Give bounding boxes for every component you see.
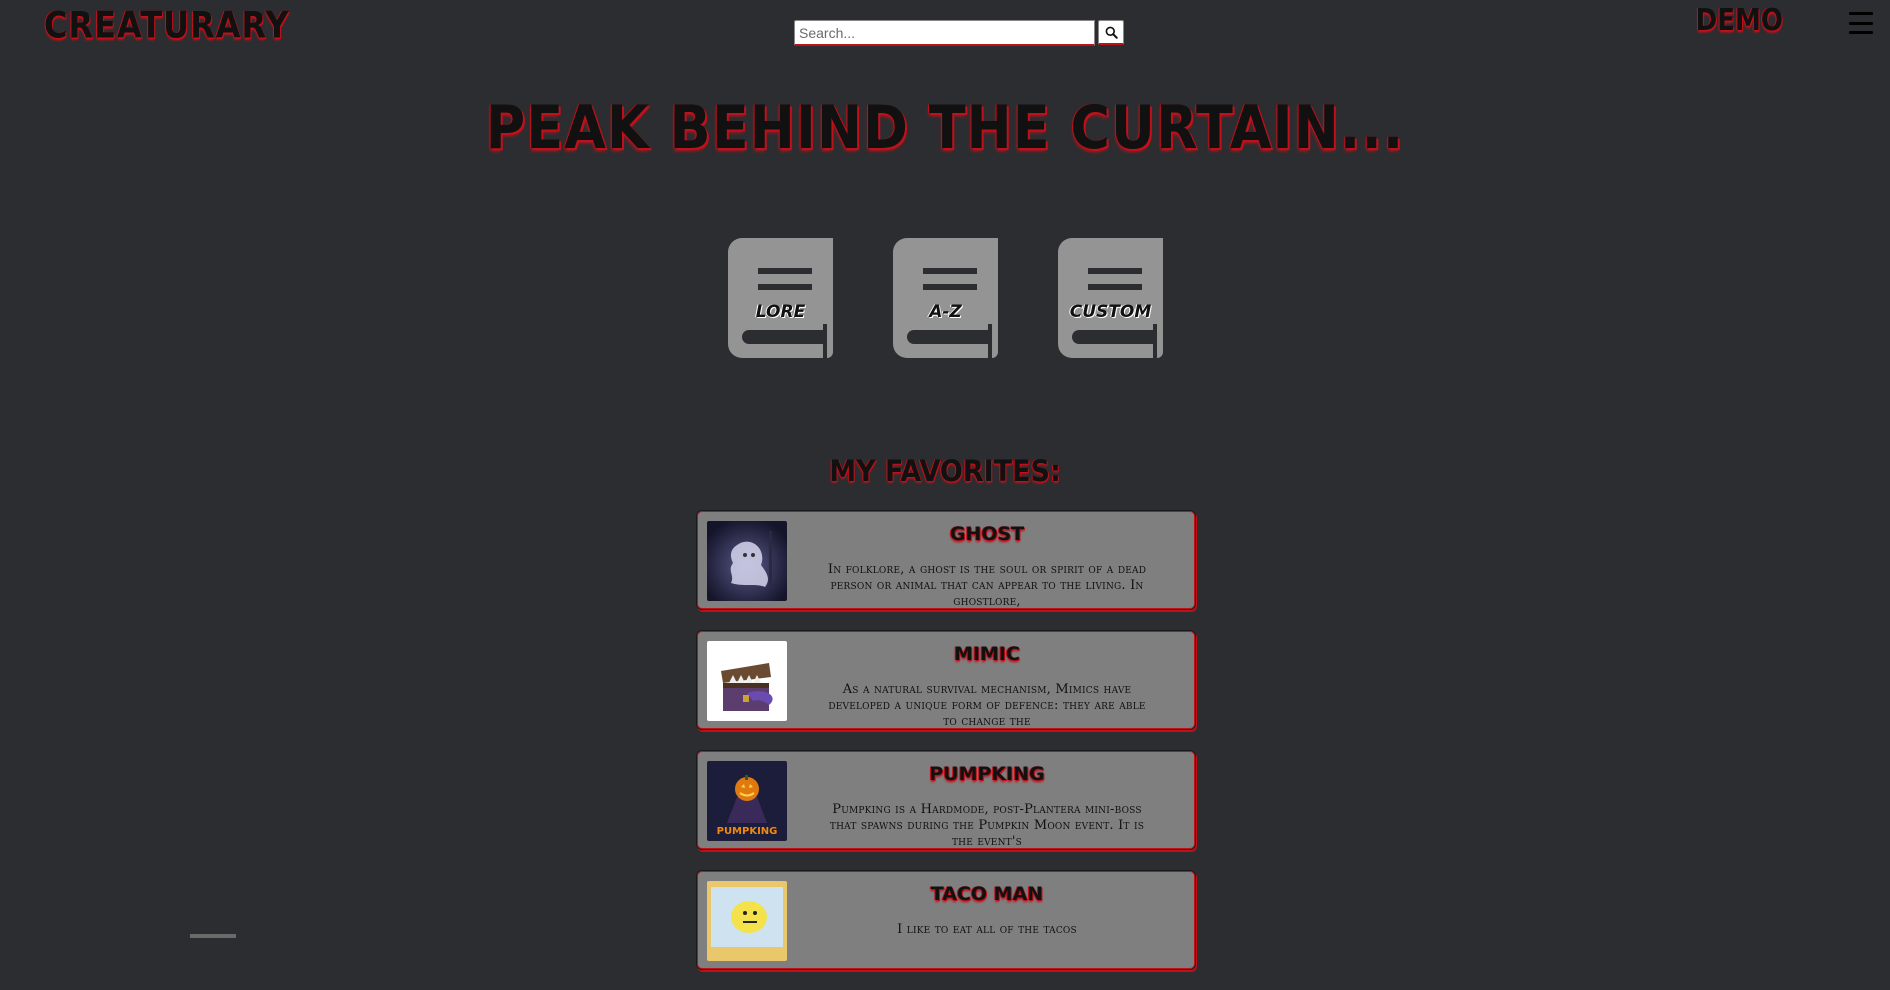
category-custom-button[interactable]: Custom — [1058, 238, 1165, 358]
category-a-z-button[interactable]: A-Z — [893, 238, 1000, 358]
favorite-card-ghost[interactable]: Ghost In folklore, a ghost is the soul o… — [696, 510, 1196, 610]
pumpking-thumb-text: PUMPKING — [717, 826, 778, 837]
pumpking-image: PUMPKING — [707, 761, 787, 841]
category-label: A-Z — [929, 302, 962, 322]
favorite-description: I like to eat all of the tacos — [897, 922, 1077, 937]
hamburger-menu-icon[interactable] — [1849, 12, 1873, 34]
user-name[interactable]: DEMO — [1696, 4, 1783, 39]
app-logo[interactable]: CREATURARY — [44, 3, 290, 47]
favorite-name: Taco Man — [930, 883, 1044, 905]
favorite-card-pumpking[interactable]: PUMPKING Pumpking Pumpking is a Hardmode… — [696, 750, 1196, 850]
favorites-list: Ghost In folklore, a ghost is the soul o… — [696, 510, 1196, 990]
favorite-description: As a natural survival mechanism, Mimics … — [828, 682, 1146, 729]
search-button[interactable] — [1098, 20, 1124, 45]
ghost-image — [707, 521, 787, 601]
favorite-description: In folklore, a ghost is the soul or spir… — [827, 562, 1147, 609]
favorites-heading: MY FAVORITES: — [829, 454, 1061, 489]
favorite-card-taco-man[interactable]: Taco Man I like to eat all of the tacos — [696, 870, 1196, 970]
taco-man-image — [707, 881, 787, 961]
category-label: Lore — [755, 302, 806, 322]
favorite-description: Pumpking is a Hardmode, post-Plantera mi… — [829, 802, 1145, 849]
page-title: PEAK BEHIND THE CURTAIN... — [485, 92, 1405, 163]
search-icon — [1105, 26, 1118, 39]
search-input[interactable] — [794, 20, 1095, 46]
favorite-card-mimic[interactable]: Mimic As a natural survival mechanism, M… — [696, 630, 1196, 730]
favorite-name: Mimic — [954, 643, 1020, 665]
mimic-image — [707, 641, 787, 721]
favorite-name: Ghost — [949, 523, 1025, 545]
category-label: Custom — [1069, 302, 1152, 322]
favorite-name: Pumpking — [929, 763, 1045, 785]
search-bar — [794, 20, 1124, 47]
category-lore-button[interactable]: Lore — [728, 238, 835, 358]
category-list: Lore A-Z Custom — [728, 238, 1165, 358]
scrollbar-thumb[interactable] — [190, 934, 236, 938]
